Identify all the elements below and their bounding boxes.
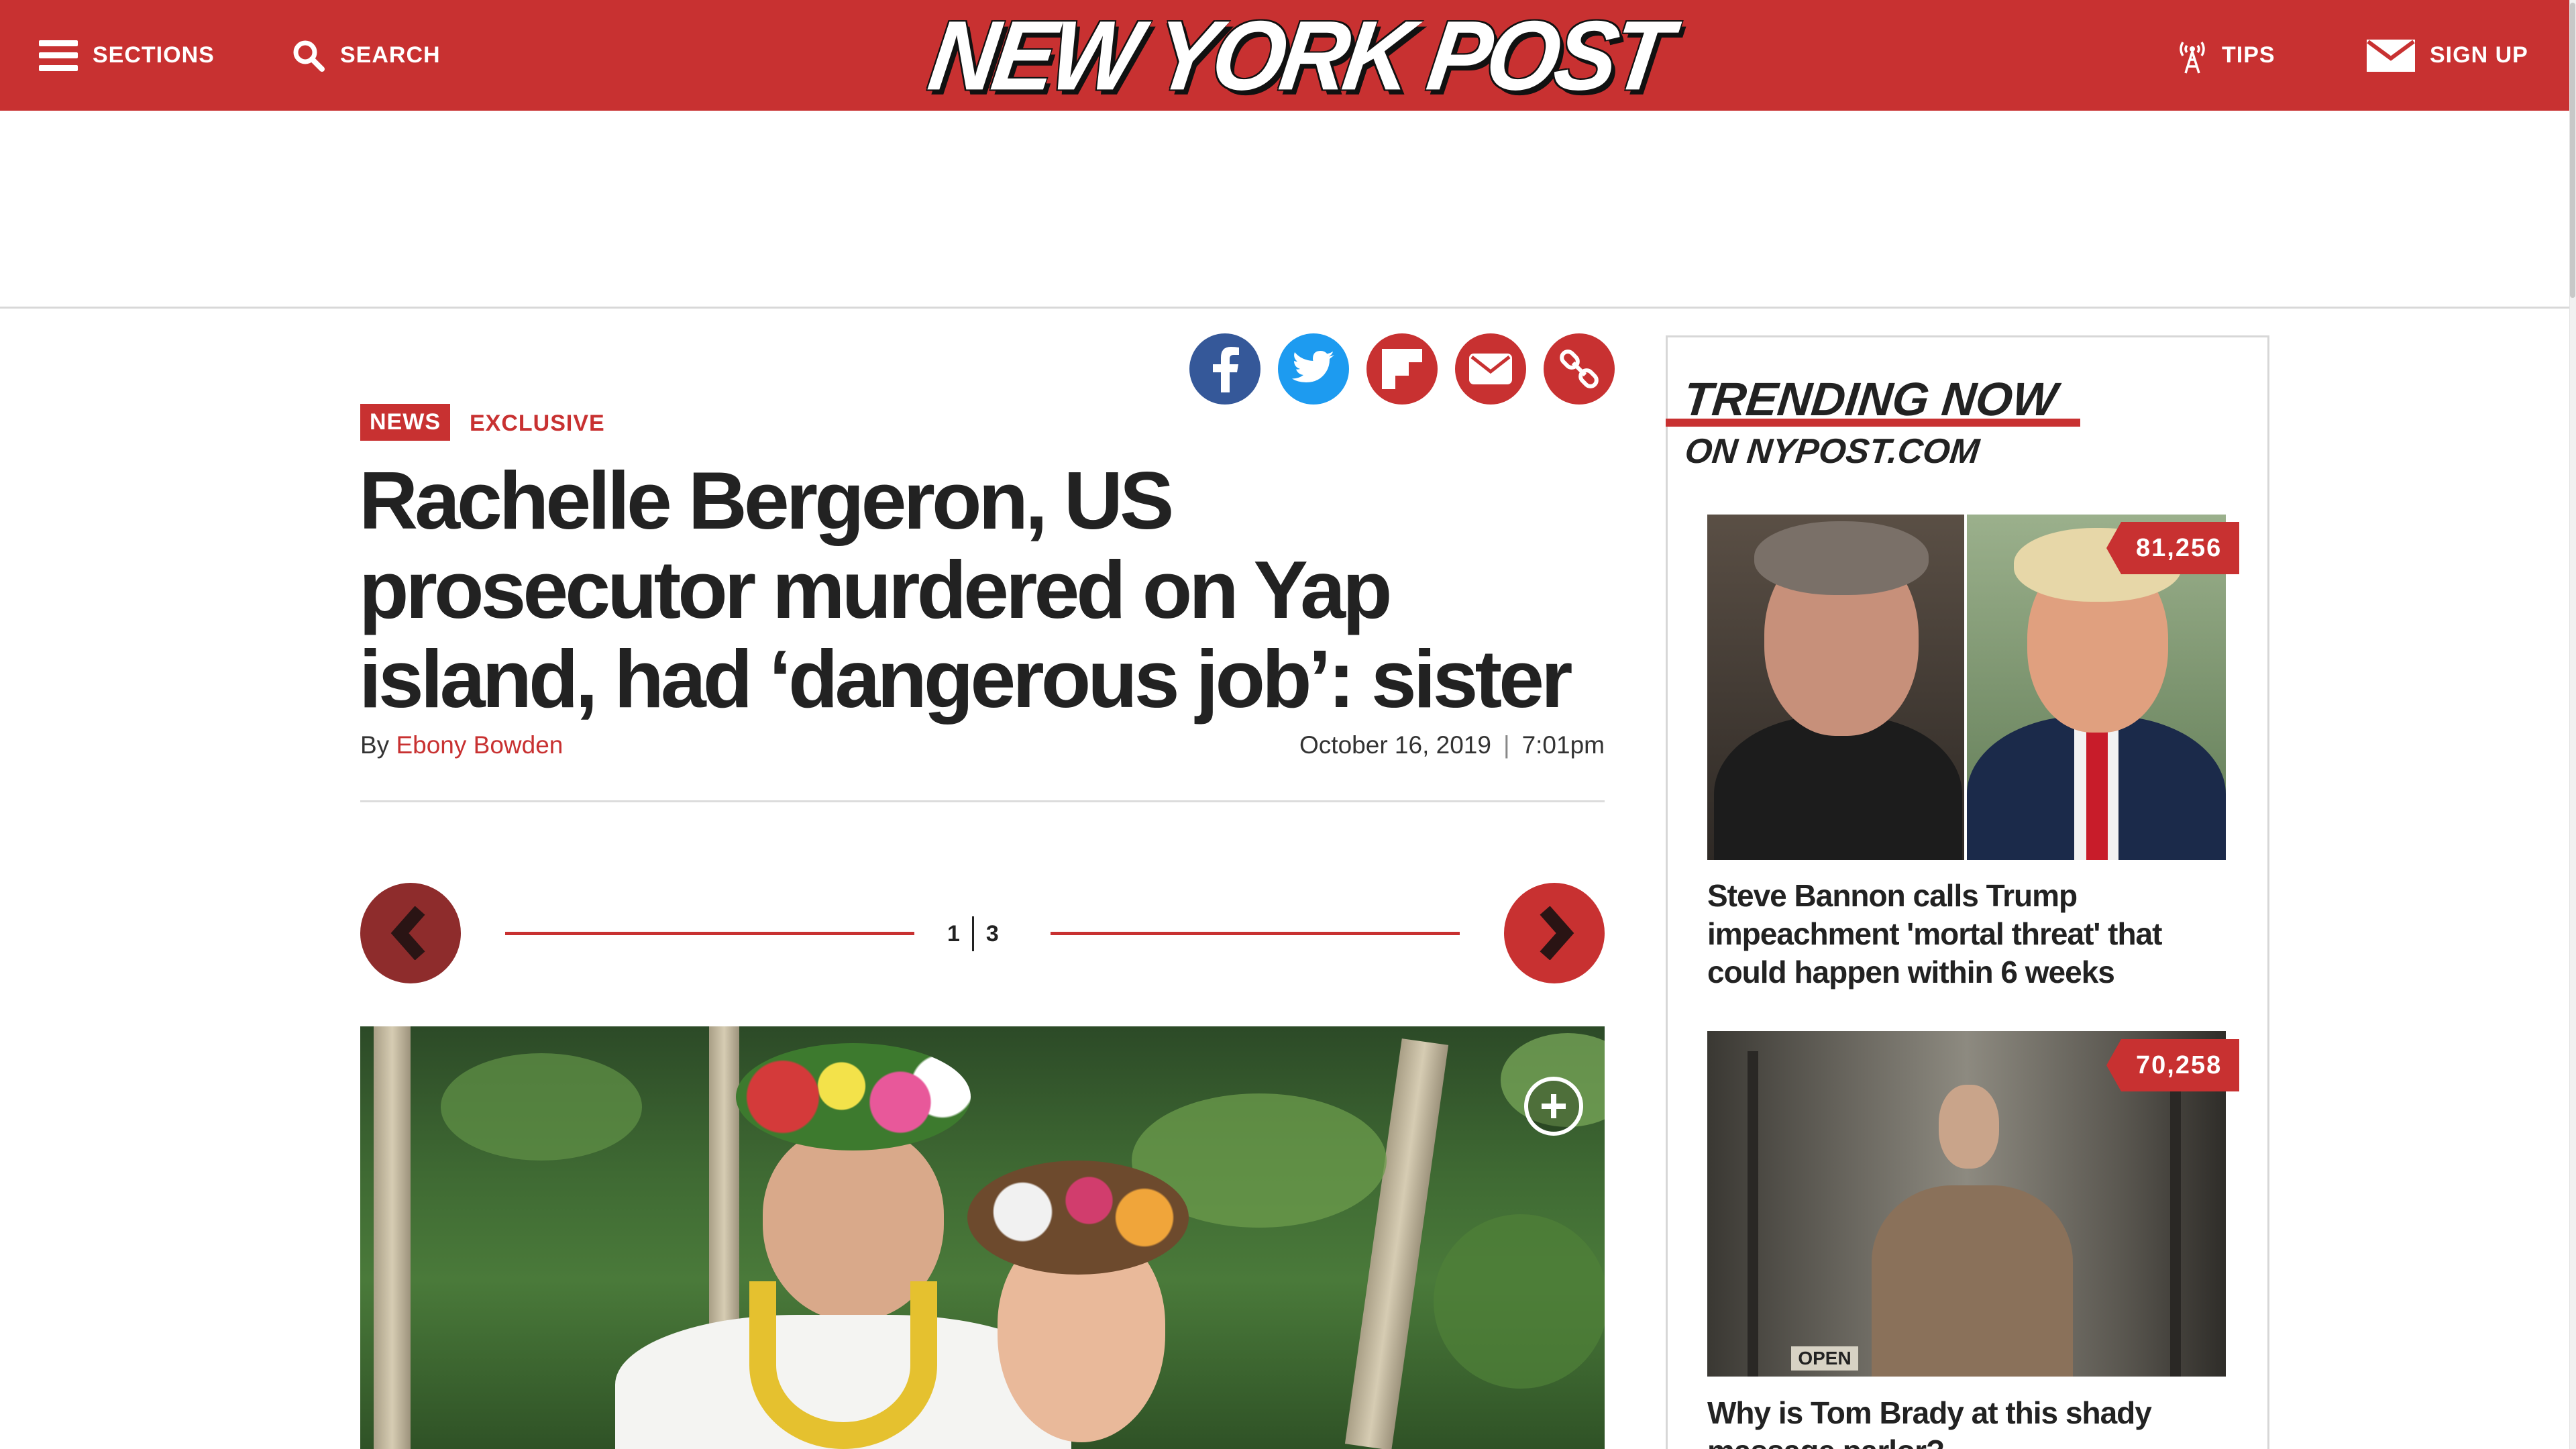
ad-slot (0, 111, 2576, 309)
tips-link[interactable]: TIPS (2178, 0, 2275, 111)
plus-icon (1542, 1094, 1566, 1118)
slide-counter: 1 3 (947, 916, 999, 951)
signup-label: SIGN UP (2430, 42, 2528, 68)
signup-link[interactable]: SIGN UP (2367, 0, 2528, 111)
slide-progress-line (505, 932, 914, 935)
share-facebook-button[interactable] (1189, 333, 1260, 405)
scrollbar-thumb[interactable] (2570, 3, 2575, 298)
search-label: SEARCH (340, 42, 441, 68)
door-frame (2170, 1051, 2181, 1377)
trending-title: TRENDING NOW (1680, 373, 2060, 425)
open-sign: OPEN (1791, 1346, 1858, 1371)
site-header: SECTIONS SEARCH NEW YORK POST TIPS SIGN … (0, 0, 2576, 111)
flower-crown (736, 1043, 971, 1150)
date-separator: | (1503, 731, 1510, 759)
share-email-button[interactable] (1455, 333, 1526, 405)
kicker-exclusive[interactable]: EXCLUSIVE (470, 411, 605, 437)
sections-label: SECTIONS (93, 42, 215, 68)
slide-progress-line (1051, 932, 1460, 935)
email-icon (1469, 354, 1512, 384)
facebook-icon (1213, 347, 1239, 392)
antenna-icon (2180, 41, 2205, 74)
flower-lei (749, 1281, 937, 1449)
trending-headline[interactable]: Steve Bannon calls Trump impeachment 'mo… (1707, 877, 2226, 991)
person-jacket (1872, 1185, 2073, 1377)
share-twitter-button[interactable] (1278, 333, 1349, 405)
portrait-hair (1754, 521, 1929, 595)
article-headline: Rachelle Bergeron, US prosecutor murdere… (359, 456, 1620, 724)
previous-slide-button[interactable] (360, 883, 461, 983)
search-icon (293, 40, 325, 72)
slide-current: 1 (947, 920, 960, 947)
portrait-tie (2086, 729, 2108, 860)
next-slide-button[interactable] (1504, 883, 1605, 983)
search-button[interactable]: SEARCH (292, 0, 441, 111)
door-frame (1748, 1051, 1758, 1377)
foliage (1434, 1214, 1605, 1389)
trending-headline[interactable]: Why is Tom Brady at this shady massage p… (1707, 1394, 2226, 1449)
slideshow-photo[interactable] (360, 1026, 1605, 1449)
headline-line: island, had ‘dangerous job’: sister (359, 633, 1572, 724)
expand-photo-button[interactable] (1524, 1077, 1583, 1136)
foliage (441, 1053, 642, 1161)
counter-divider (971, 916, 974, 951)
divider (360, 800, 1605, 802)
link-icon (1560, 350, 1599, 388)
publish-time-text: 7:01pm (1521, 731, 1605, 759)
hamburger-icon (39, 40, 78, 71)
section-tag-news[interactable]: NEWS (360, 404, 450, 441)
portrait-left (1707, 515, 1964, 860)
site-logo[interactable]: NEW YORK POST (922, 0, 1674, 110)
copy-link-button[interactable] (1544, 333, 1615, 405)
byline: By Ebony Bowden (360, 731, 563, 759)
palm-trunk (374, 1026, 411, 1449)
palm-trunk (1344, 1038, 1449, 1449)
author-link[interactable]: Ebony Bowden (396, 731, 563, 759)
logo-wordmark: NEW YORK POST (922, 0, 1674, 111)
flower-crown (967, 1161, 1189, 1275)
flipboard-icon (1382, 349, 1422, 389)
view-count-badge: 70,258 (2106, 1039, 2240, 1091)
twitter-icon (1292, 351, 1334, 382)
envelope-icon (2367, 39, 2415, 72)
byline-prefix: By (360, 731, 390, 759)
trending-subtitle: ON NYPOST.COM (1682, 432, 1982, 471)
chevron-right-icon (1540, 906, 1574, 960)
chevron-left-icon (390, 906, 425, 960)
publish-date: October 16, 2019 | 7:01pm (1299, 731, 1605, 759)
scrollbar[interactable] (2569, 0, 2576, 1449)
sections-menu-button[interactable]: SECTIONS (39, 0, 215, 111)
headline-line: Rachelle Bergeron, US (359, 455, 1174, 546)
portrait-shirt (1714, 716, 1962, 860)
slide-total: 3 (985, 920, 999, 947)
headline-line: prosecutor murdered on Yap (359, 544, 1392, 635)
tips-label: TIPS (2222, 42, 2275, 68)
publish-date-text: October 16, 2019 (1299, 731, 1491, 759)
person-face (1939, 1085, 1999, 1169)
view-count-badge: 81,256 (2106, 522, 2240, 574)
share-flipboard-button[interactable] (1366, 333, 1438, 405)
